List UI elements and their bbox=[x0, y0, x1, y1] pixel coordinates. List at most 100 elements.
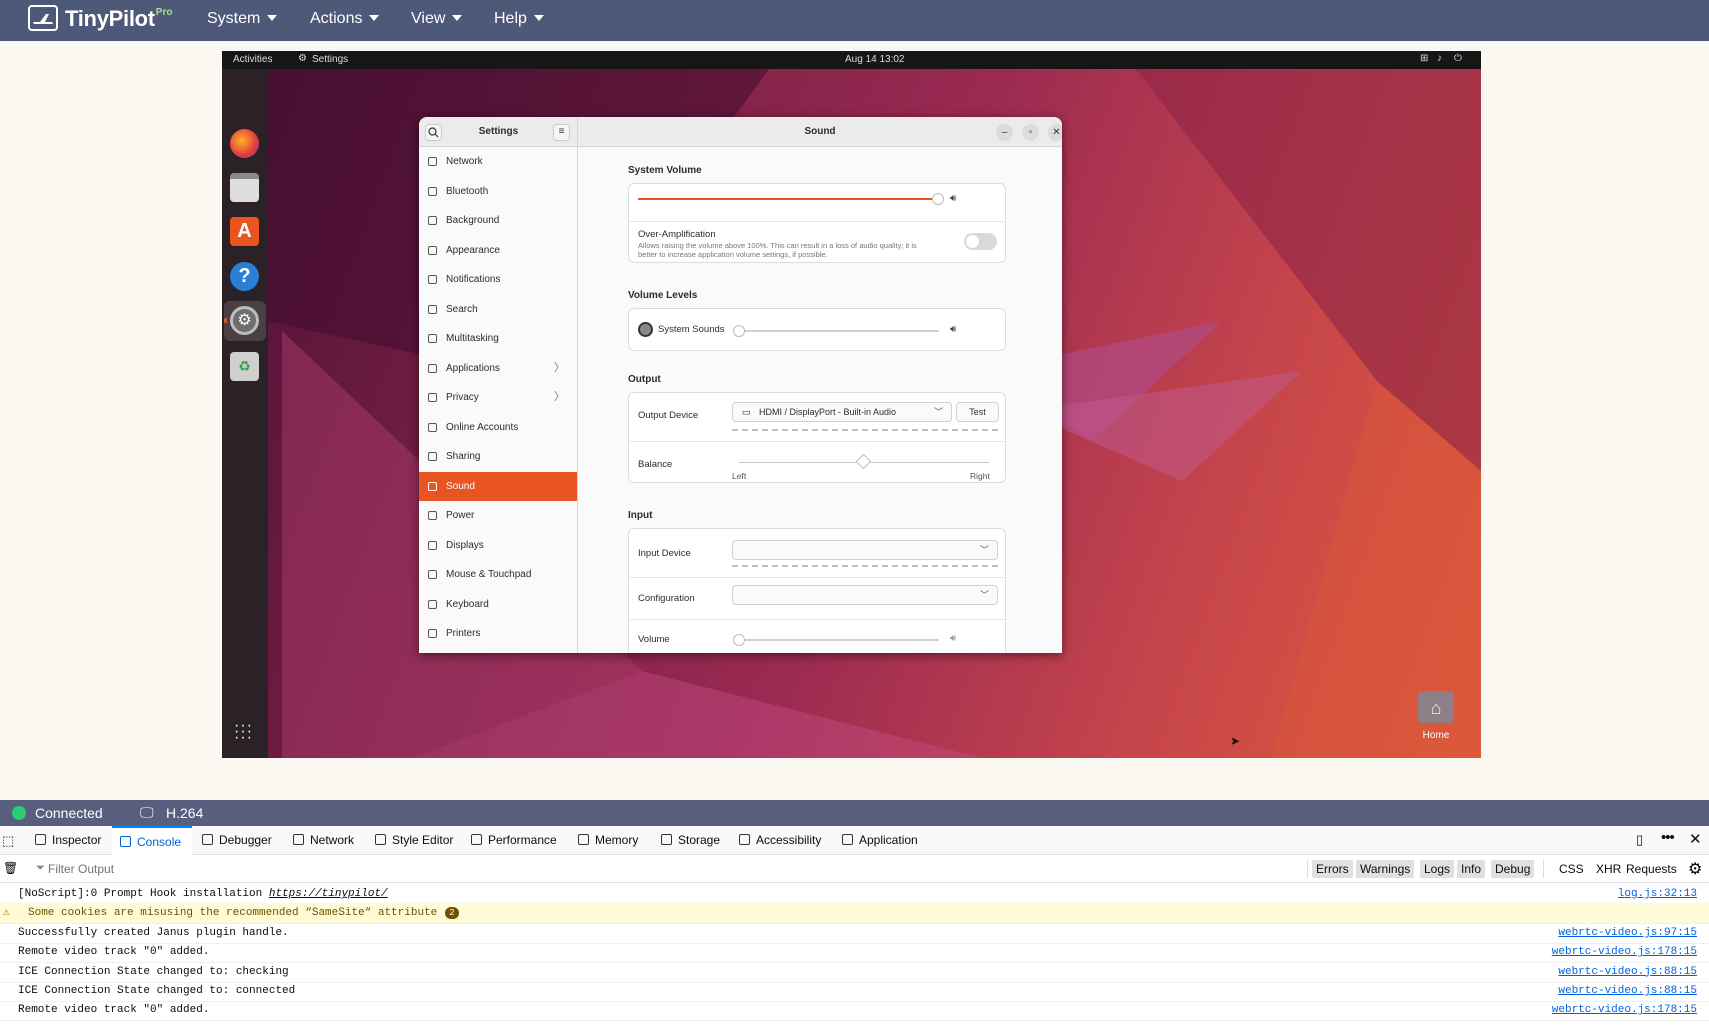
activities-button[interactable]: Activities bbox=[233, 54, 272, 65]
tab-debugger[interactable]: Debugger bbox=[202, 826, 272, 855]
divider bbox=[629, 577, 1005, 578]
app-menu[interactable]: Settings bbox=[312, 54, 348, 65]
home-folder-icon[interactable]: ⌂ bbox=[1418, 691, 1454, 723]
tab-storage[interactable]: Storage bbox=[661, 826, 720, 855]
close-icon[interactable]: ✕ bbox=[1048, 124, 1062, 141]
sidebar-item-bluetooth[interactable]: Bluetooth bbox=[419, 177, 577, 206]
maximize-icon[interactable]: ▫ bbox=[1022, 124, 1039, 141]
show-apps-icon[interactable]: ··· ··· ··· bbox=[234, 718, 254, 746]
message-source-link[interactable]: webrtc-video.js:178:15 bbox=[1552, 942, 1697, 962]
filter-output-input[interactable] bbox=[48, 859, 648, 879]
volume-icon[interactable]: ♪ bbox=[1437, 53, 1442, 64]
sidebar-item-mouse-touchpad[interactable]: Mouse & Touchpad bbox=[419, 560, 577, 589]
sidebar-item-displays[interactable]: Displays bbox=[419, 531, 577, 560]
console-message-text: Some cookies are misusing the recommende… bbox=[28, 903, 459, 923]
sidebar-item-printers[interactable]: Printers bbox=[419, 619, 577, 648]
system-volume-slider[interactable] bbox=[932, 193, 944, 205]
firefox-icon[interactable] bbox=[230, 129, 259, 158]
logo-pro-badge: Pro bbox=[155, 7, 173, 18]
sidebar-item-icon bbox=[428, 157, 437, 166]
sidebar-item-search[interactable]: Search bbox=[419, 295, 577, 324]
more-options-icon[interactable]: ••• bbox=[1661, 829, 1675, 846]
trash-icon[interactable]: 🗑︎ bbox=[3, 861, 18, 875]
configuration-dropdown[interactable]: ﹀ bbox=[732, 585, 998, 605]
message-source-link[interactable]: webrtc-video.js:88:15 bbox=[1558, 981, 1697, 1001]
over-amplification-toggle[interactable] bbox=[964, 233, 997, 250]
menu-system[interactable]: System bbox=[207, 0, 277, 41]
sidebar-item-icon bbox=[428, 393, 437, 402]
message-link[interactable]: https://tinypilot/ bbox=[269, 888, 388, 900]
app-center-icon[interactable]: A bbox=[230, 217, 259, 246]
filter-xhr[interactable]: XHR bbox=[1592, 860, 1625, 878]
balance-slider[interactable] bbox=[855, 453, 872, 470]
inspector-icon bbox=[35, 834, 46, 845]
filter-css[interactable]: CSS bbox=[1555, 860, 1588, 878]
menu-help[interactable]: Help bbox=[494, 0, 544, 41]
message-text: ICE Connection State changed to: checkin… bbox=[18, 965, 289, 978]
minimize-icon[interactable]: – bbox=[996, 124, 1013, 141]
sidebar-item-appearance[interactable]: Appearance bbox=[419, 236, 577, 265]
filter-warnings[interactable]: Warnings bbox=[1356, 860, 1415, 878]
remote-screen[interactable]: Activities ⚙ Settings Aug 14 13:02 ⊞ ♪ ⏻… bbox=[222, 51, 1481, 758]
tab-network[interactable]: Network bbox=[293, 826, 354, 855]
settings-icon[interactable]: ⚙ bbox=[230, 306, 259, 335]
power-icon[interactable]: ⏻ bbox=[1454, 53, 1462, 64]
tab-performance[interactable]: Performance bbox=[471, 826, 557, 855]
tab-label: Application bbox=[859, 833, 918, 847]
sidebar-item-network[interactable]: Network bbox=[419, 147, 577, 176]
sidebar-item-notifications[interactable]: Notifications bbox=[419, 265, 577, 294]
system-sounds-slider[interactable] bbox=[733, 325, 745, 337]
responsive-design-icon[interactable]: ▯ bbox=[1636, 832, 1643, 848]
tab-console[interactable]: Console bbox=[112, 826, 192, 855]
sidebar-item-applications[interactable]: Applications 〉 bbox=[419, 354, 577, 383]
tab-style-editor[interactable]: Style Editor bbox=[375, 826, 453, 855]
clock[interactable]: Aug 14 13:02 bbox=[845, 54, 905, 65]
debugger-icon bbox=[202, 834, 213, 845]
input-volume-slider[interactable] bbox=[733, 634, 745, 646]
close-devtools-icon[interactable]: ✕ bbox=[1689, 830, 1702, 848]
message-source-link[interactable]: webrtc-video.js:97:15 bbox=[1558, 923, 1697, 943]
message-source-link[interactable]: log.js:32:13 bbox=[1618, 884, 1697, 904]
menu-actions[interactable]: Actions bbox=[310, 0, 379, 41]
network-icon[interactable]: ⊞ bbox=[1420, 53, 1428, 64]
tab-application[interactable]: Application bbox=[842, 826, 918, 855]
performance-icon bbox=[471, 834, 482, 845]
input-device-dropdown[interactable]: ﹀ bbox=[732, 540, 998, 560]
tab-inspector[interactable]: Inspector bbox=[35, 826, 101, 855]
filter-logs[interactable]: Logs bbox=[1420, 860, 1455, 878]
sidebar-item-sharing[interactable]: Sharing bbox=[419, 442, 577, 471]
element-picker-icon[interactable]: ⬚ bbox=[2, 833, 14, 849]
hamburger-menu-icon[interactable]: ≡ bbox=[553, 124, 570, 141]
sidebar-item-sound[interactable]: Sound bbox=[419, 471, 577, 501]
sidebar-item-multitasking[interactable]: Multitasking bbox=[419, 324, 577, 353]
sidebar-item-privacy[interactable]: Privacy 〉 bbox=[419, 383, 577, 412]
files-icon[interactable] bbox=[230, 173, 259, 202]
menu-view[interactable]: View bbox=[411, 0, 462, 41]
trash-icon[interactable]: ♻ bbox=[230, 352, 259, 381]
message-source-link[interactable]: webrtc-video.js:88:15 bbox=[1558, 962, 1697, 982]
message-text: Remote video track "0" added. bbox=[18, 1004, 210, 1017]
tinypilot-logo[interactable]: TinyPilot Pro bbox=[28, 5, 172, 33]
sidebar-item-icon bbox=[428, 511, 437, 520]
sidebar-item-keyboard[interactable]: Keyboard bbox=[419, 590, 577, 619]
tab-accessibility[interactable]: Accessibility bbox=[739, 826, 821, 855]
sidebar-item-online-accounts[interactable]: Online Accounts bbox=[419, 413, 577, 442]
console-message: ⚠ Some cookies are misusing the recommend… bbox=[0, 903, 1709, 925]
sidebar-item-background[interactable]: Background bbox=[419, 206, 577, 235]
console-settings-gear-icon[interactable]: ⚙ bbox=[1688, 859, 1702, 879]
help-icon[interactable]: ? bbox=[230, 262, 259, 291]
test-button[interactable]: Test bbox=[956, 402, 999, 422]
gear-icon: ⚙ bbox=[298, 53, 307, 64]
sidebar-item-power[interactable]: Power bbox=[419, 501, 577, 530]
filter-requests[interactable]: Requests bbox=[1622, 860, 1681, 878]
message-source-link[interactable]: webrtc-video.js:178:15 bbox=[1552, 1000, 1697, 1020]
filter-info[interactable]: Info bbox=[1457, 860, 1486, 878]
filter-debug[interactable]: Debug bbox=[1491, 860, 1535, 878]
tab-label: Network bbox=[310, 833, 355, 847]
filter-errors[interactable]: Errors bbox=[1312, 860, 1353, 878]
chevron-down-icon: ﹀ bbox=[933, 407, 943, 417]
tab-memory[interactable]: Memory bbox=[578, 826, 638, 855]
output-device-dropdown[interactable]: ▭ HDMI / DisplayPort - Built-in Audio ﹀ bbox=[732, 402, 952, 422]
balance-label: Balance bbox=[638, 459, 673, 470]
console-message: Remote video track "0" added. webrtc-vide… bbox=[0, 1000, 1709, 1022]
